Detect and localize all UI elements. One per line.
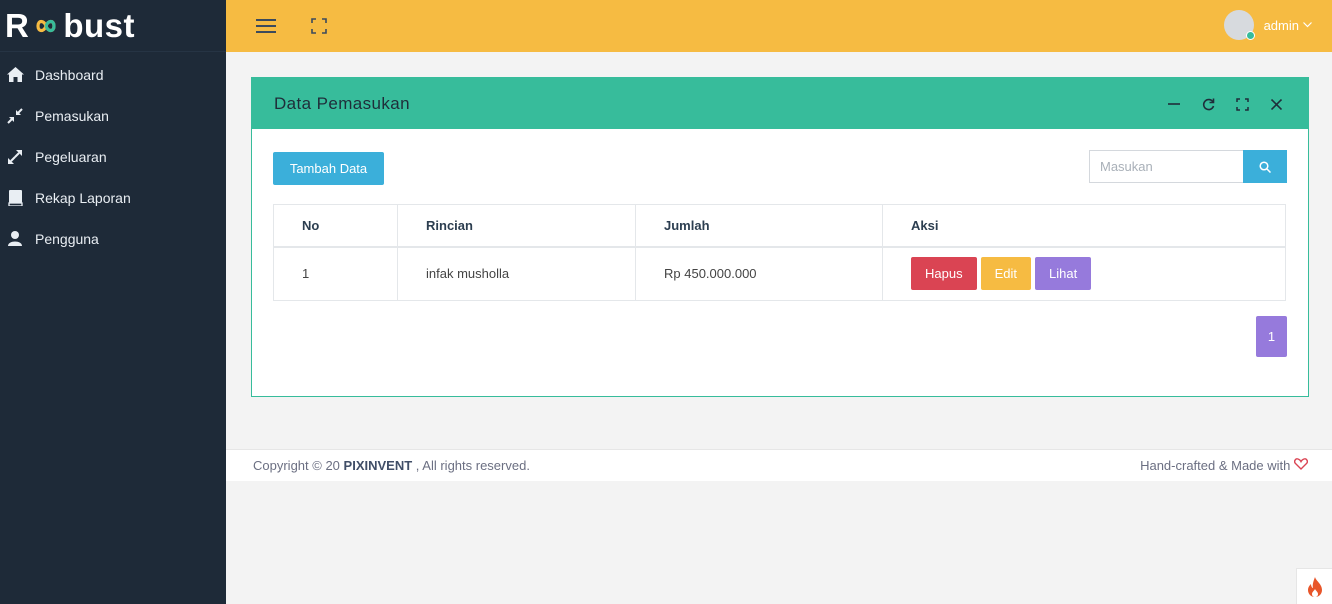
sidebar-item-label: Dashboard xyxy=(35,66,104,83)
card-header: Data Pemasukan xyxy=(252,78,1308,129)
reload-icon[interactable] xyxy=(1198,94,1218,114)
sidebar-item-label: Pegeluaran xyxy=(35,148,107,165)
book-icon xyxy=(6,189,24,207)
topbar: admin xyxy=(226,0,1332,52)
cell-rincian: infak musholla xyxy=(397,246,636,301)
online-status-icon xyxy=(1245,31,1255,40)
crafted-text: Hand-crafted & Made with xyxy=(1140,458,1309,473)
pemasukan-table: No Rincian Jumlah Aksi 1 infak musholla … xyxy=(273,204,1286,301)
crafted-label: Hand-crafted & Made with xyxy=(1140,458,1291,473)
table-header-row: No Rincian Jumlah Aksi xyxy=(273,204,1286,248)
search-icon xyxy=(1259,160,1271,173)
company-link[interactable]: PIXINVENT xyxy=(344,458,413,473)
sidebar-item-label: Rekap Laporan xyxy=(35,189,131,206)
sidebar-nav: Dashboard Pemasukan Pegeluaran Rekap Lap… xyxy=(0,52,226,259)
compress-icon xyxy=(6,107,24,125)
sidebar-item-rekap-laporan[interactable]: Rekap Laporan xyxy=(0,177,226,218)
fire-icon-button[interactable] xyxy=(1296,568,1332,604)
search-input[interactable] xyxy=(1089,150,1243,183)
column-header-jumlah: Jumlah xyxy=(635,204,883,248)
lihat-button[interactable]: Lihat xyxy=(1034,257,1092,291)
brand-logo[interactable]: R bust xyxy=(0,0,226,52)
cell-aksi: Hapus Edit Lihat xyxy=(882,246,1286,301)
sidebar-item-pegeluaran[interactable]: Pegeluaran xyxy=(0,136,226,177)
sidebar-item-pemasukan[interactable]: Pemasukan xyxy=(0,95,226,136)
copyright-prefix: Copyright © 20 xyxy=(253,458,340,473)
chevron-down-icon xyxy=(1303,22,1312,28)
close-icon[interactable] xyxy=(1266,94,1286,114)
data-pemasukan-card: Data Pemasukan Tambah Data No R xyxy=(251,77,1309,397)
column-header-aksi: Aksi xyxy=(882,204,1286,248)
hamburger-icon[interactable] xyxy=(254,14,278,38)
sidebar-item-dashboard[interactable]: Dashboard xyxy=(0,54,226,95)
fullscreen-icon[interactable] xyxy=(307,14,331,38)
copyright-rights: , All rights reserved. xyxy=(415,458,530,473)
sidebar-item-label: Pemasukan xyxy=(35,107,109,124)
avatar xyxy=(1223,10,1255,40)
search-group xyxy=(1089,150,1287,183)
expand-icon[interactable] xyxy=(1232,94,1252,114)
sidebar-item-label: Pengguna xyxy=(35,230,99,247)
expand-icon xyxy=(6,148,24,166)
footer: Copyright © 20 PIXINVENT , All rights re… xyxy=(226,449,1332,481)
tambah-data-button[interactable]: Tambah Data xyxy=(273,152,384,185)
cell-no: 1 xyxy=(273,246,398,301)
minimize-icon[interactable] xyxy=(1164,94,1184,114)
search-button[interactable] xyxy=(1243,150,1287,183)
card-tools xyxy=(1164,94,1286,114)
column-header-no: No xyxy=(273,204,398,248)
sidebar-item-pengguna[interactable]: Pengguna xyxy=(0,218,226,259)
user-menu[interactable]: admin xyxy=(1223,9,1312,41)
hapus-button[interactable]: Hapus xyxy=(911,257,977,291)
cell-jumlah: Rp 450.000.000 xyxy=(635,246,883,301)
table-row: 1 infak musholla Rp 450.000.000 Hapus Edi… xyxy=(273,246,1286,301)
pagination-page-1[interactable]: 1 xyxy=(1256,316,1287,357)
user-name: admin xyxy=(1263,17,1299,33)
infinity-logo-icon xyxy=(36,19,56,32)
user-icon xyxy=(6,230,24,248)
copyright-text: Copyright © 20 PIXINVENT , All rights re… xyxy=(253,458,530,473)
home-icon xyxy=(6,66,24,84)
sidebar: R bust Dashboard Pemasukan Pegeluaran Re… xyxy=(0,0,226,604)
column-header-rincian: Rincian xyxy=(397,204,636,248)
fire-icon xyxy=(1307,576,1322,597)
heart-icon xyxy=(1293,458,1309,470)
brand-suffix: bust xyxy=(63,6,136,44)
edit-button[interactable]: Edit xyxy=(980,257,1031,291)
card-title: Data Pemasukan xyxy=(274,93,411,113)
brand-prefix: R xyxy=(5,6,30,44)
